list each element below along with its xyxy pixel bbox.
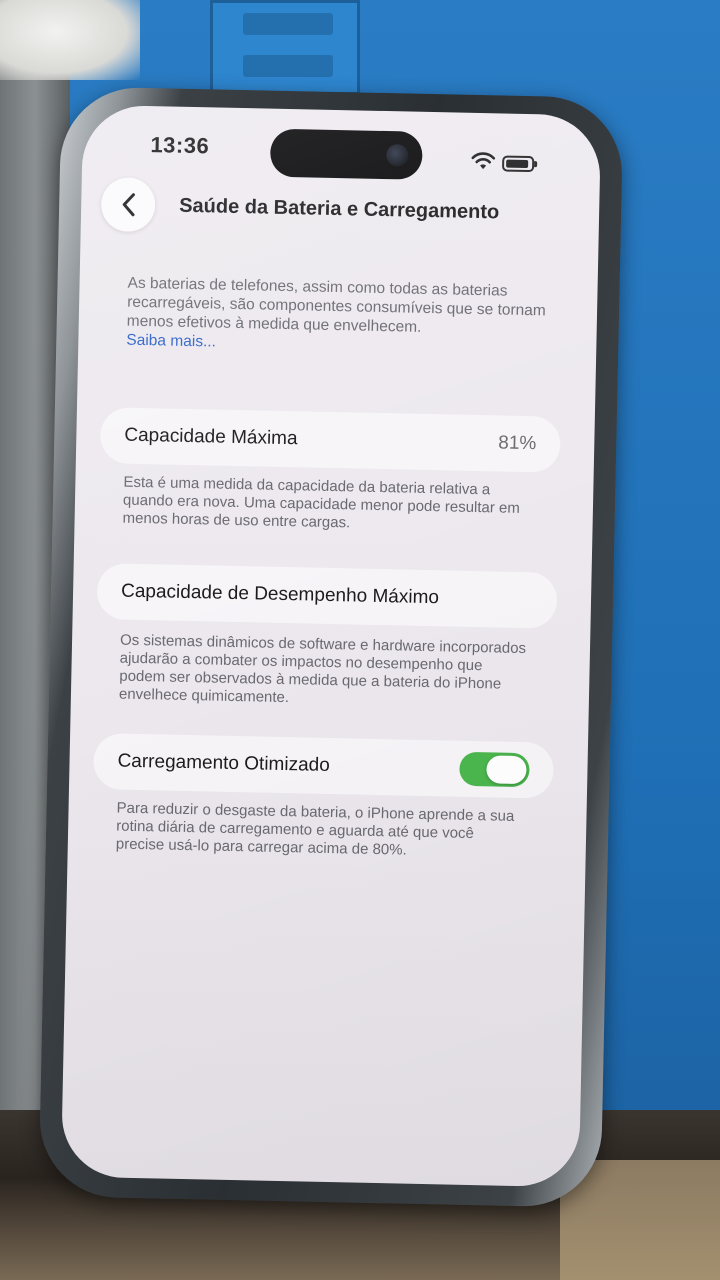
- optimized-charging-footnote: Para reduzir o desgaste da bateria, o iP…: [115, 799, 515, 859]
- max-capacity-row: Capacidade Máxima 81%: [99, 407, 561, 473]
- optimized-charging-row: Carregamento Otimizado: [92, 733, 555, 799]
- phone-screen: 13:36 Saúde da Bateria e Carregamento As…: [60, 104, 602, 1188]
- optimized-charging-toggle[interactable]: [459, 751, 530, 788]
- intro-description: As baterias de telefones, assim como tod…: [126, 274, 547, 359]
- toggle-knob: [486, 755, 527, 785]
- tray-slot: [243, 55, 333, 77]
- background-floor-wood: [560, 1160, 720, 1280]
- battery-cap: [534, 161, 538, 168]
- battery-icon: [501, 155, 538, 173]
- tray-slot: [243, 13, 333, 35]
- front-camera: [386, 144, 409, 167]
- background-cloth: [0, 0, 140, 80]
- max-capacity-value: 81%: [498, 432, 537, 455]
- status-time: 13:36: [150, 132, 210, 159]
- wifi-icon: [471, 152, 496, 170]
- max-capacity-label: Capacidade Máxima: [124, 424, 298, 450]
- peak-performance-row[interactable]: Capacidade de Desempenho Máximo: [96, 563, 558, 629]
- max-capacity-footnote: Esta é uma medida da capacidade da bater…: [122, 473, 521, 532]
- intro-text: As baterias de telefones, assim como tod…: [126, 274, 546, 336]
- chevron-left-icon: [122, 193, 135, 217]
- dynamic-island: [269, 128, 423, 180]
- peak-performance-label: Capacidade de Desempenho Máximo: [120, 580, 440, 609]
- learn-more-link[interactable]: Saiba mais...: [126, 331, 546, 359]
- battery-level: [506, 159, 529, 169]
- page-title: Saúde da Bateria e Carregamento: [178, 194, 500, 224]
- background-parts-tray: [210, 0, 360, 95]
- optimized-charging-label: Carregamento Otimizado: [117, 750, 331, 776]
- back-button[interactable]: [100, 177, 156, 233]
- phone-frame: 13:36 Saúde da Bateria e Carregamento As…: [38, 86, 624, 1208]
- peak-performance-footnote: Os sistemas dinâmicos de software e hard…: [118, 631, 527, 707]
